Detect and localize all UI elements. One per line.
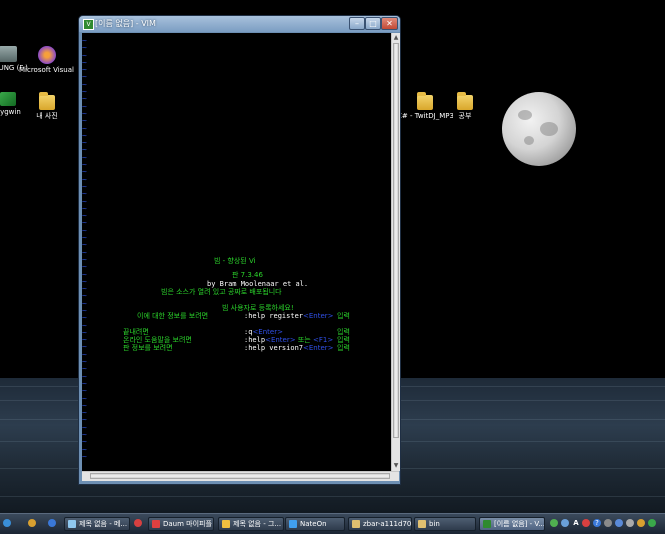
- close-button[interactable]: ✕: [381, 17, 398, 30]
- vim-icon: [483, 520, 491, 528]
- folder-icon: [418, 520, 426, 528]
- taskbar-button-bin[interactable]: bin: [414, 517, 476, 531]
- taskbar-button-paint[interactable]: 제목 없음 - 그...: [218, 517, 284, 531]
- taskbar-button-nateon[interactable]: NateOn: [285, 517, 345, 531]
- tilde-marker: ~: [82, 451, 87, 461]
- taskbar-button-notepad[interactable]: 제목 없음 - 메...: [64, 517, 130, 531]
- intro-register-label: 이에 대한 정보를 보려면: [137, 312, 209, 320]
- intro-version: 판 7.3.46: [232, 271, 263, 279]
- intro-register-cmd: :help register<Enter>: [244, 312, 334, 320]
- tray-settings-icon[interactable]: [604, 519, 612, 527]
- drive-icon: [0, 46, 17, 62]
- pictures-folder-icon: [39, 92, 55, 110]
- taskbar-button-vim[interactable]: [이름 없음] - V...: [479, 517, 545, 531]
- maximize-button[interactable]: □: [365, 17, 381, 30]
- ie-icon[interactable]: [48, 519, 56, 527]
- moon-wallpaper: [502, 92, 576, 166]
- start-orb-icon[interactable]: [3, 519, 11, 527]
- scroll-down-arrow-icon[interactable]: ▼: [392, 461, 400, 470]
- intro-help-cmd: :help<Enter> 또는 <F1>: [244, 336, 334, 344]
- intro-author: by Bram Moolenaar et al.: [207, 280, 309, 288]
- intro-version-input: 입력: [337, 344, 350, 352]
- vertical-scrollbar[interactable]: ▲ ▼: [391, 33, 400, 471]
- horizontal-scrollbar[interactable]: [82, 471, 399, 481]
- vim-editor-area[interactable]: ~ ~ ~ ~ ~ ~ ~ ~ ~ ~ ~ ~ ~ ~ ~ ~ ~ ~ ~ ~ ~ ~ ~ ~ ~ ~ ~ ~ ~ ~ ~ ~ ~ ~ ~ ~ ~ ~ ~ ~…: [82, 33, 391, 471]
- vim-window[interactable]: V [이름 없음] - VIM – □ ✕ ~ ~ ~ ~ ~ ~ ~ ~ ~ ~ ~ ~ ~ ~ ~ ~ ~ ~…: [78, 15, 401, 485]
- intro-help-input: 입력: [337, 336, 350, 344]
- intro-register-heading: 빔 사용자로 등록하세요!: [222, 304, 294, 312]
- scroll-up-arrow-icon[interactable]: ▲: [392, 33, 400, 42]
- intro-version-cmd: :help version7<Enter>: [244, 344, 334, 352]
- intro-register-input: 입력: [337, 312, 350, 320]
- tray-network-icon[interactable]: [550, 519, 558, 527]
- intro-quit-cmd: :q<Enter>: [244, 328, 283, 336]
- notepad-icon: [68, 520, 76, 528]
- desktop-icon-visual-studio[interactable]: Microsoft Visual Stud...: [19, 46, 75, 74]
- intro-version-label: 판 정보를 보려면: [123, 344, 173, 352]
- intro-quit-input: 입력: [337, 328, 350, 336]
- tray-bluetooth-icon[interactable]: [615, 519, 623, 527]
- desktop-icon-pictures[interactable]: 내 사진: [19, 92, 75, 120]
- cygwin-icon: [0, 92, 16, 106]
- tray-help-icon[interactable]: ?: [593, 519, 601, 527]
- window-title: [이름 없음] - VIM: [95, 19, 156, 28]
- tray-volume-icon[interactable]: [626, 519, 634, 527]
- desktop-icon-study-folder[interactable]: 공부: [437, 92, 493, 120]
- daum-icon: [152, 520, 160, 528]
- horizontal-scroll-thumb[interactable]: [90, 473, 390, 479]
- taskbar: 제목 없음 - 메... Daum 마이피플 제목 없음 - 그... Nate…: [0, 513, 665, 534]
- taskbar-button-zbar[interactable]: zbar-a111d70d...: [348, 517, 412, 531]
- visual-studio-icon: [38, 46, 56, 64]
- vertical-scroll-thumb[interactable]: [393, 43, 399, 438]
- intro-quit-label: 끝내려면: [123, 328, 149, 336]
- intro-help-label: 온라인 도움말을 보려면: [123, 336, 192, 344]
- quicklaunch-icon[interactable]: [28, 519, 36, 527]
- app-icon[interactable]: [134, 519, 142, 527]
- tray-misc-icon[interactable]: [637, 519, 645, 527]
- folder-icon: [417, 92, 433, 110]
- tray-status-icon[interactable]: [648, 519, 656, 527]
- intro-title: 빔 - 향상된 Vi: [214, 257, 256, 265]
- folder-icon: [352, 520, 360, 528]
- tray-language-icon[interactable]: [561, 519, 569, 527]
- tray-app-icon[interactable]: [582, 519, 590, 527]
- vim-icon: V: [83, 19, 94, 30]
- nateon-icon: [289, 520, 297, 528]
- folder-icon: [457, 92, 473, 110]
- intro-open-source: 빔은 소스가 열려 있고 공짜로 배포됩니다: [161, 288, 282, 296]
- minimize-button[interactable]: –: [349, 17, 365, 30]
- window-titlebar[interactable]: V [이름 없음] - VIM – □ ✕: [79, 16, 400, 32]
- empty-line-markers: ~ ~ ~ ~ ~ ~ ~ ~ ~ ~ ~ ~ ~ ~ ~ ~ ~ ~ ~ ~ ~ ~ ~ ~ ~ ~ ~ ~ ~ ~ ~ ~ ~ ~ ~ ~ ~ ~ ~ ~…: [82, 36, 88, 461]
- tray-ime-icon[interactable]: A: [572, 519, 580, 527]
- paint-icon: [222, 520, 230, 528]
- taskbar-button-daum[interactable]: Daum 마이피플: [148, 517, 214, 531]
